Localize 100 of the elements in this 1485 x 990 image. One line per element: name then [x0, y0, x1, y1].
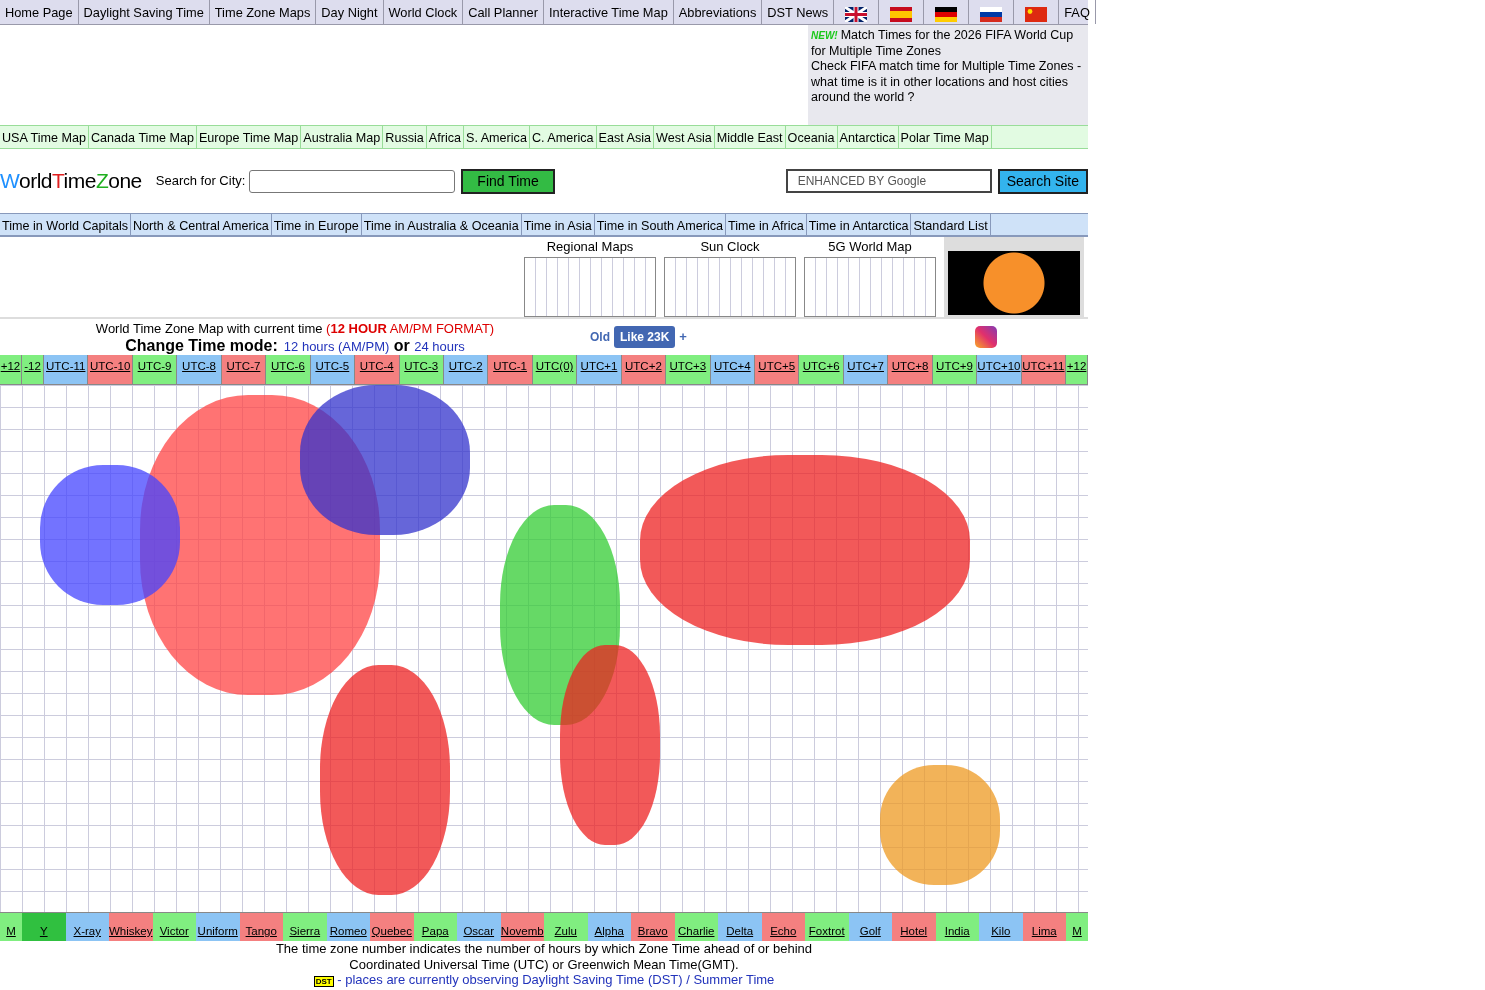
nav-link[interactable]: North & Central America	[131, 214, 272, 235]
time-zone-link[interactable]: -12	[22, 355, 44, 384]
site-search-field[interactable]: ENHANCED BY Google	[785, 169, 992, 193]
nav-link[interactable]: Call Planner	[463, 0, 544, 24]
military-zone-link[interactable]: Charlie	[674, 913, 718, 941]
time-zone-link[interactable]: UTC-7	[221, 355, 267, 384]
nav-link[interactable]: USA Time Map	[0, 126, 89, 148]
nav-link[interactable]: Middle East	[714, 126, 786, 148]
find-time-button[interactable]: Find Time	[461, 168, 555, 194]
time-zone-link[interactable]: UTC-5	[310, 355, 356, 384]
time-zone-link[interactable]: UTC(0)	[532, 355, 578, 384]
time-zone-link[interactable]: UTC-9	[132, 355, 178, 384]
military-zone-link[interactable]: Novemb	[500, 913, 544, 941]
military-zone-link[interactable]: Bravo	[631, 913, 675, 941]
time-zone-link[interactable]: UTC-3	[399, 355, 444, 384]
military-zone-link[interactable]: Quebec	[370, 913, 414, 941]
thumbnail-caption[interactable]: Regional Maps	[546, 237, 634, 257]
nav-link[interactable]: Australia Map	[301, 126, 384, 148]
nav-link[interactable]: S. America	[464, 126, 530, 148]
thumbnail-caption[interactable]: Sun Clock	[700, 237, 760, 257]
nav-link[interactable]: Canada Time Map	[89, 126, 197, 148]
nav-link[interactable]: Interactive Time Map	[544, 0, 674, 24]
nav-link[interactable]: Time in Antarctica	[806, 214, 912, 235]
military-zone-link[interactable]: M	[1066, 913, 1088, 941]
time-zone-link[interactable]: UTC+1	[577, 355, 622, 384]
nav-link[interactable]: Daylight Saving Time	[78, 0, 210, 24]
time-zone-link[interactable]: UTC+3	[666, 355, 711, 384]
flag-icon[interactable]	[845, 7, 868, 22]
photo-placeholder[interactable]	[948, 251, 1080, 315]
time-zone-link[interactable]: UTC-6	[266, 355, 311, 384]
nav-link[interactable]: Russia	[383, 126, 427, 148]
nav-link[interactable]: Europe Time Map	[196, 126, 302, 148]
nav-link[interactable]: Standard List	[911, 214, 991, 235]
military-zone-link[interactable]: Tango	[239, 913, 283, 941]
plus-sign[interactable]: +	[679, 327, 687, 347]
time-zone-link[interactable]: UTC-2	[443, 355, 489, 384]
map-thumbnail[interactable]	[804, 256, 936, 317]
nav-link[interactable]: Time in World Capitals	[0, 214, 131, 235]
military-zone-link[interactable]: Delta	[718, 913, 762, 941]
time-zone-link[interactable]: UTC+6	[799, 355, 844, 384]
time-zone-link[interactable]: UTC+10	[977, 355, 1022, 384]
city-search-field[interactable]	[249, 169, 456, 193]
time-zone-link[interactable]: UTC+4	[710, 355, 755, 384]
news-headline-link[interactable]: NEW! Match Times for the 2026 FIFA World Cup for Multiple Time Zones	[811, 28, 1085, 59]
nav-link[interactable]: Time in Africa	[726, 214, 807, 235]
military-zone-link[interactable]: Whiskey	[109, 913, 153, 941]
military-zone-link[interactable]: Oscar	[457, 913, 501, 941]
nav-link[interactable]: West Asia	[654, 126, 715, 148]
military-zone-link[interactable]: Foxtrot	[805, 913, 849, 941]
search-site-button[interactable]: Search Site	[997, 168, 1088, 194]
military-zone-link[interactable]: Zulu	[544, 913, 588, 941]
military-zone-link[interactable]: X-ray	[65, 913, 109, 941]
nav-link[interactable]: Antarctica	[837, 126, 899, 148]
map-thumbnail[interactable]	[524, 256, 656, 317]
nav-link[interactable]: Time in Australia & Oceania	[361, 214, 522, 235]
nav-link[interactable]: East Asia	[596, 126, 654, 148]
nav-link[interactable]: Time in South America	[594, 214, 726, 235]
nav-link[interactable]: C. America	[529, 126, 597, 148]
mode-link[interactable]: 24 hours	[414, 338, 465, 354]
time-zone-link[interactable]: UTC-8	[177, 355, 222, 384]
flag-icon[interactable]	[935, 7, 958, 22]
instagram-icon[interactable]	[974, 326, 997, 348]
time-zone-link[interactable]: UTC-1	[488, 355, 533, 384]
nav-link[interactable]: Abbreviations	[673, 0, 763, 24]
time-zone-link[interactable]: UTC-4	[355, 355, 400, 384]
nav-link[interactable]: World Clock	[383, 0, 464, 24]
nav-link[interactable]: Oceania	[785, 126, 838, 148]
military-zone-link[interactable]: Y	[22, 913, 66, 941]
nav-link[interactable]: Time in Europe	[271, 214, 362, 235]
nav-link[interactable]: Home Page	[0, 0, 79, 24]
dst-link[interactable]: - places are currently observing Daylight Saving Time (DST) / Summer Time	[333, 972, 775, 987]
site-logo[interactable]: WorldTimeZone	[0, 165, 142, 197]
like-button[interactable]: Like 23K	[614, 326, 676, 348]
military-zone-link[interactable]: Sierra	[283, 913, 327, 941]
nav-link[interactable]: Time Zone Maps	[209, 0, 317, 24]
military-zone-link[interactable]: Lima	[1022, 913, 1066, 941]
military-zone-link[interactable]: Uniform	[196, 913, 240, 941]
nav-link[interactable]: Africa	[426, 126, 464, 148]
military-zone-link[interactable]: Papa	[413, 913, 457, 941]
military-zone-link[interactable]: Alpha	[587, 913, 631, 941]
military-zone-link[interactable]: Hotel	[892, 913, 936, 941]
military-zone-link[interactable]: Victor	[152, 913, 196, 941]
military-zone-link[interactable]: M	[0, 913, 22, 941]
faq-link[interactable]: FAQ	[1059, 0, 1096, 24]
time-zone-link[interactable]: UTC-11	[44, 355, 89, 384]
map-thumbnail[interactable]	[664, 256, 796, 317]
military-zone-link[interactable]: Kilo	[979, 913, 1023, 941]
flag-icon[interactable]	[980, 7, 1003, 22]
military-zone-link[interactable]: India	[935, 913, 979, 941]
time-zone-link[interactable]: UTC+11	[1021, 355, 1067, 384]
nav-link[interactable]: Day Night	[316, 0, 384, 24]
nav-link[interactable]: Time in Asia	[521, 214, 595, 235]
mode-link[interactable]: 12 hours (AM/PM)	[283, 338, 390, 354]
military-zone-link[interactable]: Romeo	[326, 913, 370, 941]
time-zone-link[interactable]: UTC+8	[888, 355, 933, 384]
military-zone-link[interactable]: Golf	[848, 913, 892, 941]
military-zone-link[interactable]: Echo	[761, 913, 805, 941]
time-zone-link[interactable]: +12	[1066, 355, 1089, 384]
time-zone-link[interactable]: UTC-10	[88, 355, 133, 384]
time-zone-link[interactable]: UTC+9	[932, 355, 978, 384]
